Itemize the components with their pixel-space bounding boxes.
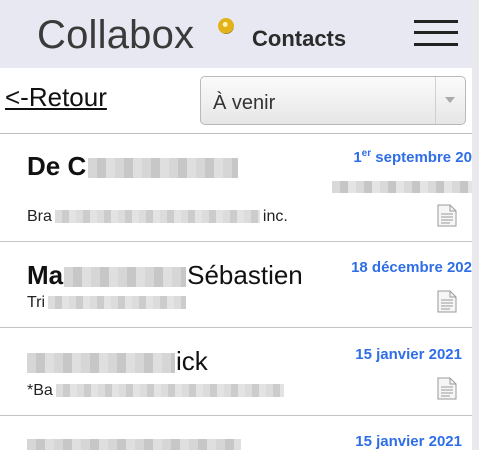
company-visible-start: Tri	[27, 294, 46, 311]
redacted-text	[88, 158, 239, 179]
redacted-text	[27, 439, 241, 450]
app-logo[interactable]: Collabox	[37, 12, 194, 58]
contact-row[interactable]: ick *Ba 15 janvier 2021	[0, 328, 472, 416]
redacted-text	[54, 210, 260, 224]
contact-name-visible: De C	[27, 151, 87, 181]
date-text: 15 janvier 2021	[355, 433, 462, 450]
logo-dot-icon	[218, 18, 234, 34]
filter-select-value: À venir	[213, 92, 276, 114]
contact-date: 15 janvier 2021	[355, 346, 462, 363]
date-day: 1	[353, 149, 362, 166]
select-arrow	[435, 77, 465, 124]
document-icon[interactable]	[437, 204, 457, 227]
date-ordinal: er	[361, 148, 372, 159]
hamburger-menu-icon[interactable]	[414, 18, 458, 48]
menu-bar	[414, 43, 458, 46]
company-visible-start: Bra	[27, 208, 52, 225]
redacted-text	[55, 384, 284, 398]
app-header: Collabox Contacts	[0, 0, 472, 68]
contact-name: ick	[27, 346, 208, 377]
document-icon[interactable]	[437, 377, 457, 400]
company-visible-end: inc.	[262, 208, 288, 225]
back-link[interactable]: <-Retour	[5, 82, 107, 113]
redacted-text	[27, 353, 175, 374]
contact-name: Ma Sébastien	[27, 260, 303, 291]
contact-name-tail: Sébastien	[187, 260, 303, 290]
contact-date: 15 janvier 2021	[355, 433, 462, 450]
contact-company: Tri	[27, 294, 187, 312]
contacts-page: Collabox Contacts <-Retour À venir De C …	[0, 0, 472, 450]
contact-name	[27, 432, 241, 450]
chevron-down-icon	[445, 97, 455, 103]
contact-row[interactable]: 15 janvier 2021	[0, 416, 472, 450]
contact-row[interactable]: Ma Sébastien Tri 18 décembre 202	[0, 242, 472, 328]
contact-company: Bra inc.	[27, 208, 288, 226]
contact-row[interactable]: De C Bra inc. 1er septembre 20	[0, 134, 472, 242]
redacted-text	[64, 267, 187, 288]
menu-bar	[414, 31, 458, 34]
contact-time	[332, 178, 472, 195]
date-text: 18 décembre 202	[351, 259, 472, 276]
page-title: Contacts	[252, 26, 347, 51]
contact-date: 18 décembre 202	[351, 259, 472, 276]
scrollbar[interactable]	[472, 0, 479, 450]
contact-name-tail: ick	[176, 346, 208, 376]
contact-date: 1er septembre 20	[353, 148, 472, 166]
menu-bar	[414, 20, 458, 23]
date-text: septembre 20	[371, 149, 472, 166]
redacted-text	[332, 181, 472, 194]
contact-company: *Ba	[27, 382, 284, 400]
document-icon[interactable]	[437, 290, 457, 313]
date-text: 15 janvier 2021	[355, 346, 462, 363]
company-visible-start: *Ba	[27, 382, 53, 399]
contact-name-visible: Ma	[27, 260, 64, 290]
redacted-text	[48, 296, 187, 310]
filter-select[interactable]: À venir	[200, 76, 466, 125]
contact-name: De C	[27, 151, 239, 182]
